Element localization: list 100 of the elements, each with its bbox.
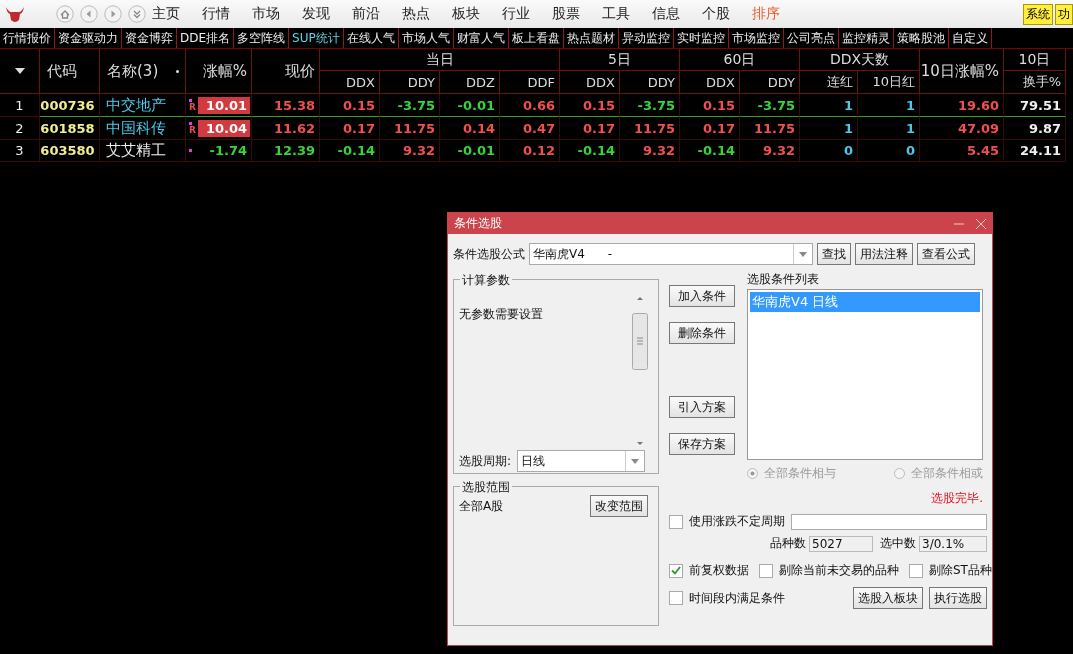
tab[interactable]: 行情报价 [0, 28, 55, 48]
tab[interactable]: 异动监控 [618, 28, 674, 48]
toolbar-button[interactable]: 系统 [1023, 4, 1053, 25]
menu-item[interactable]: 市场 [241, 5, 291, 23]
radio-label: 全部条件相与 [764, 465, 836, 482]
tab[interactable]: 公司亮点 [783, 28, 839, 48]
tab[interactable]: 资金驱动力 [55, 28, 122, 48]
group-label: 计算参数 [460, 272, 512, 289]
menu-item[interactable]: 热点 [391, 5, 441, 23]
column-header[interactable]: DDX [346, 74, 375, 90]
table-cell-text: -1.74 [208, 142, 248, 159]
tab[interactable]: 在线人气 [343, 28, 399, 48]
radio-label: 全部条件相或 [911, 465, 983, 482]
table-cell: 5.45 [966, 143, 999, 158]
column-header[interactable]: DDZ [466, 74, 495, 90]
stock-name[interactable]: 中国科传 [106, 118, 166, 138]
table-cell: 19.60 [957, 97, 999, 113]
menu-item[interactable]: 板块 [441, 5, 491, 23]
tab[interactable]: 策略股池 [893, 28, 949, 48]
sort-caret-icon[interactable] [13, 67, 26, 75]
close-icon[interactable] [976, 218, 986, 229]
table-cell: 11.75 [753, 120, 795, 136]
window-title: 条件选股 [454, 215, 502, 232]
tab[interactable]: 多空阵线 [234, 28, 290, 48]
button[interactable]: 删除条件 [669, 322, 735, 344]
checkbox[interactable] [669, 514, 683, 529]
menu-item[interactable]: 信息 [641, 5, 691, 23]
tab[interactable]: DDE排名 [177, 28, 235, 48]
button[interactable]: 用法注释 [855, 243, 913, 265]
column-header[interactable]: 名称(3) [107, 61, 159, 81]
button[interactable]: 加入条件 [669, 285, 735, 307]
dropdown[interactable]: 华南虎V4 - [529, 243, 813, 265]
column-header[interactable]: 换手% [1022, 73, 1061, 91]
tab[interactable]: 热点题材 [563, 28, 619, 48]
input-field[interactable] [791, 513, 987, 530]
button[interactable]: 引入方案 [669, 396, 735, 418]
menu-item[interactable]: 发现 [291, 5, 341, 23]
checkbox-label: 时间段内满足条件 [689, 589, 785, 607]
table-cell: -3.75 [397, 97, 435, 113]
tab[interactable]: 监控精灵 [838, 28, 894, 48]
menu-item[interactable]: 主页 [146, 5, 191, 23]
button[interactable]: 执行选股 [929, 587, 987, 609]
button[interactable]: 保存方案 [669, 433, 735, 455]
checkbox[interactable] [669, 591, 683, 605]
home-icon[interactable] [56, 5, 74, 23]
dropdown-caret-icon[interactable] [799, 251, 807, 257]
forward-icon[interactable] [104, 5, 122, 23]
tab[interactable]: SUP统计 [289, 28, 344, 48]
table-cell: 11.75 [633, 120, 675, 136]
table-cell: 1 [905, 120, 915, 136]
table-cell: 0.47 [522, 120, 555, 136]
menu-item[interactable]: 行业 [491, 5, 541, 23]
column-header[interactable]: 涨幅% [202, 61, 247, 81]
menu-item[interactable]: 工具 [591, 5, 641, 23]
column-header[interactable]: DDY [647, 74, 675, 90]
flag-label: R [189, 125, 196, 135]
column-header[interactable]: 代码 [47, 61, 77, 81]
menu-item[interactable]: 前沿 [341, 5, 391, 23]
menu-item[interactable]: 行情 [191, 5, 241, 23]
button[interactable]: 查找 [817, 243, 851, 265]
column-header[interactable]: 10日红 [872, 73, 915, 91]
flag-label: R [189, 102, 196, 112]
button[interactable]: 选股入板块 [853, 587, 923, 609]
tab[interactable]: 实时监控 [673, 28, 729, 48]
table-cell: 0.15 [342, 97, 375, 113]
button[interactable]: 查看公式 [917, 243, 975, 265]
stock-name[interactable]: 艾艾精工 [106, 141, 166, 160]
table-cell: 9.32 [762, 143, 795, 158]
tab[interactable]: 自定义 [948, 28, 992, 48]
tab[interactable]: 市场人气 [398, 28, 454, 48]
column-header[interactable]: DDY [407, 74, 435, 90]
toolbar-button[interactable]: 功 [1055, 4, 1073, 25]
table-cell: 11.62 [273, 120, 315, 136]
column-header[interactable]: DDY [767, 74, 795, 90]
back-icon[interactable] [80, 5, 98, 23]
checkbox-label: 前复权数据 [689, 562, 749, 579]
column-header[interactable]: DDX [706, 74, 735, 90]
column-header[interactable]: 现价 [285, 61, 315, 81]
column-header[interactable]: 10日涨幅% [920, 61, 999, 81]
column-header[interactable]: 连红 [827, 73, 853, 91]
button[interactable]: 改变范围 [590, 495, 648, 517]
checkbox[interactable] [759, 563, 773, 578]
column-header[interactable]: DDX [586, 74, 615, 90]
tab[interactable]: 市场监控 [728, 28, 784, 48]
menu-item[interactable]: 股票 [541, 5, 591, 23]
field-label: 条件选股公式 [453, 245, 525, 263]
tab[interactable]: 资金博弈 [122, 28, 177, 48]
checkbox[interactable] [909, 563, 923, 578]
column-header[interactable]: DDF [527, 74, 555, 90]
stock-name[interactable]: 中交地产 [106, 95, 166, 115]
dropdown-caret-icon[interactable] [631, 458, 640, 464]
double-chevron-icon[interactable] [128, 5, 146, 23]
table-cell: 9.87 [1028, 120, 1061, 136]
table-cell: -3.75 [637, 97, 675, 113]
dropdown[interactable]: 日线 [517, 450, 646, 472]
tab[interactable]: 板上看盘 [508, 28, 564, 48]
column-group-header: 60日 [723, 50, 756, 69]
tab[interactable]: 财富人气 [453, 28, 509, 48]
table-cell: 11.75 [393, 120, 435, 136]
menu-item[interactable]: 个股 [691, 5, 741, 23]
